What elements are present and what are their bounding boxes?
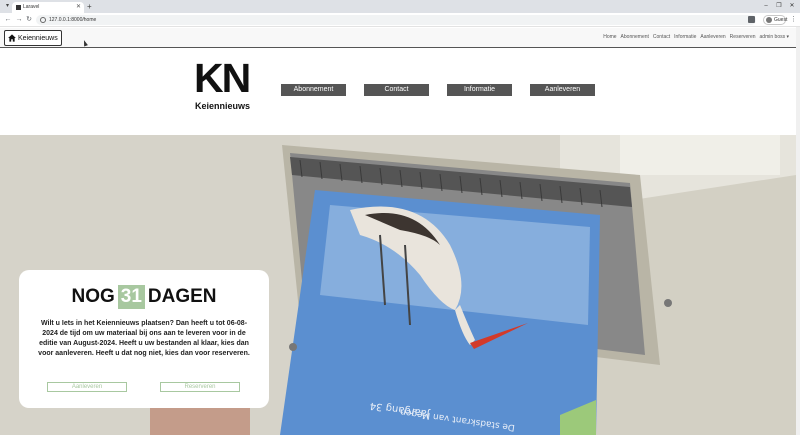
arrow-right-icon[interactable]: →	[14, 14, 24, 26]
close-icon[interactable]: ✕	[76, 3, 81, 12]
favicon-icon	[16, 5, 21, 10]
site-navbar: Keiennieuws Home Abonnement Contact Info…	[0, 28, 800, 48]
nav-link-informatie[interactable]: Informatie	[674, 33, 696, 42]
logo-initials: KN	[194, 55, 251, 101]
nav-link-contact[interactable]: Contact	[653, 33, 670, 42]
aanleveren-button[interactable]: Aanleveren	[530, 84, 595, 96]
nav-link-aanleveren[interactable]: Aanleveren	[700, 33, 725, 42]
url-text: 127.0.0.1:8000/home	[49, 17, 97, 23]
browser-toolbar: ← → ↻ 127.0.0.1:8000/home Guest ⋮	[0, 13, 800, 27]
browser-tabstrip: ▾ Laravel ✕ + – ❐ ✕	[0, 0, 800, 13]
countdown-heading: NOG 31 DAGEN	[19, 285, 269, 309]
plus-icon[interactable]: +	[87, 1, 92, 12]
countdown-prefix: NOG	[71, 286, 115, 307]
kebab-icon[interactable]: ⋮	[790, 14, 797, 26]
user-menu-dropdown[interactable]: admin boss ▾	[760, 33, 789, 42]
brand-home-button[interactable]: Keiennieuws	[4, 30, 62, 46]
profile-button[interactable]: Guest	[763, 15, 788, 25]
contact-button[interactable]: Contact	[364, 84, 429, 96]
tab-title: Laravel	[23, 4, 40, 10]
countdown-card: NOG 31 DAGEN Wilt u Iets in het Keiennieuw…	[19, 270, 269, 408]
page-scrollbar[interactable]	[796, 27, 800, 435]
card-reserveren-button[interactable]: Reserveren	[160, 382, 240, 392]
home-icon	[8, 34, 16, 42]
site-logo[interactable]: KN Keiennieuws	[194, 56, 256, 112]
chevron-down-icon[interactable]: ▾	[3, 2, 12, 11]
nav-link-reserveren[interactable]: Reserveren	[730, 33, 756, 42]
countdown-suffix: DAGEN	[147, 286, 217, 307]
info-icon[interactable]	[40, 17, 46, 23]
close-window-icon[interactable]: ✕	[786, 1, 798, 12]
address-bar[interactable]: 127.0.0.1:8000/home	[36, 15, 756, 25]
browser-tab[interactable]: Laravel ✕	[12, 2, 84, 13]
countdown-days: 31	[117, 285, 145, 309]
logo-name: Keiennieuws	[195, 101, 251, 111]
brand-label: Keiennieuws	[18, 34, 58, 42]
arrow-left-icon[interactable]: ←	[3, 14, 13, 26]
abonnement-button[interactable]: Abonnement	[281, 84, 346, 96]
nav-links: Home Abonnement Contact Informatie Aanle…	[603, 33, 789, 42]
translate-icon[interactable]	[748, 16, 755, 23]
countdown-message: Wilt u Iets in het Keiennieuws plaatsen?…	[38, 320, 250, 357]
maximize-icon[interactable]: ❐	[773, 1, 785, 12]
informatie-button[interactable]: Informatie	[447, 84, 512, 96]
avatar-icon	[766, 17, 772, 23]
reload-icon[interactable]: ↻	[24, 14, 34, 26]
nav-link-abonnement[interactable]: Abonnement	[621, 33, 649, 42]
card-aanleveren-button[interactable]: Aanleveren	[47, 382, 127, 392]
minimize-icon[interactable]: –	[760, 1, 772, 12]
nav-link-home[interactable]: Home	[603, 33, 616, 42]
profile-label: Guest	[774, 17, 788, 23]
